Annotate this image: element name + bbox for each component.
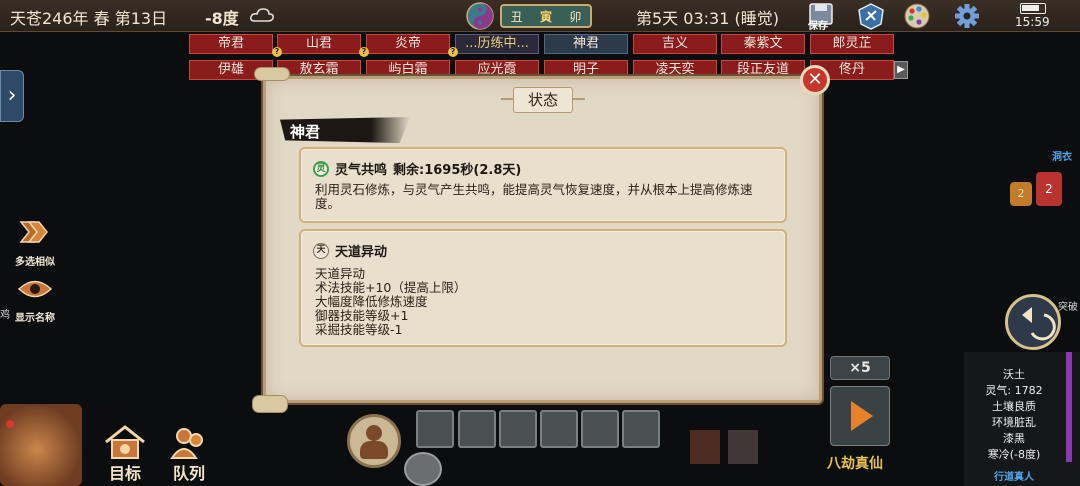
team-label: 队列	[172, 464, 205, 483]
temperature-status: 寒冷(-8度)	[987, 448, 1041, 461]
compass-badge-icon[interactable]	[856, 2, 886, 30]
lingqi-value: 灵气: 1782	[985, 384, 1043, 397]
target-label: 目标	[108, 464, 141, 483]
time-branch-indicator: 丑 寅 卯	[500, 4, 592, 28]
effect-card: 天 天道异动 天道异动 术法技能+10（提高上限） 大幅度降低修炼速度 御器技能…	[299, 229, 787, 347]
npc-tag: 行道真人	[994, 472, 1034, 483]
effect-detail-line: 采掘技能等级-1	[315, 322, 403, 337]
multi-select-label: 多选相似	[15, 257, 55, 268]
skill-slot[interactable]	[416, 410, 454, 448]
effect-header: 天 天道异动	[313, 241, 387, 260]
branch-next: 卯	[569, 9, 582, 24]
locked-slot-icon[interactable]	[622, 410, 660, 448]
character-name: 神君	[290, 123, 321, 141]
locked-slot-icon[interactable]	[458, 410, 496, 448]
effect-detail-list: 天道异动 术法技能+10（提高上限） 大幅度降低修炼速度 御器技能等级+1 采掘…	[315, 267, 466, 337]
arrows-stack-icon	[19, 221, 48, 243]
name-tab[interactable]: 吉义	[633, 34, 717, 54]
show-names-label: 显示名称	[15, 313, 55, 324]
side-gauge	[1066, 352, 1072, 462]
branch-prev: 丑	[510, 9, 523, 24]
play-button[interactable]	[830, 386, 890, 446]
lingqi-effect-icon: 灵	[313, 160, 329, 177]
name-tab[interactable]: 炎帝	[366, 34, 450, 54]
question-badge-icon: ?	[448, 47, 458, 57]
cloud-icon	[250, 8, 274, 22]
scroll-rod-decoration	[252, 395, 288, 413]
environment-status: 环境脏乱	[992, 416, 1036, 429]
effect-detail-line: 术法技能+10（提高上限）	[315, 280, 467, 295]
skill-slots-bar	[408, 410, 664, 450]
effect-detail-line: 天道异动	[315, 266, 366, 281]
edge-char: 鸡	[0, 310, 10, 321]
palette-icon[interactable]	[902, 2, 932, 30]
terrain-name: 沃土	[1003, 368, 1025, 381]
speed-multiplier-button[interactable]: ×5	[830, 356, 890, 380]
effect-title: 天道异动	[335, 245, 388, 260]
system-clock: 15:59	[1015, 15, 1050, 29]
chat-bubble-icon[interactable]: 2	[1010, 182, 1032, 206]
branch-current: 寅	[539, 9, 552, 24]
light-status: 漆黑	[1003, 432, 1025, 445]
question-badge-icon: ?	[359, 47, 369, 57]
dialog-title: 状态	[513, 87, 573, 113]
team-icon	[170, 428, 203, 459]
battery-icon	[1020, 3, 1046, 14]
soil-quality: 土壤良质	[992, 400, 1036, 413]
name-tab[interactable]: 秦紫文	[721, 34, 805, 54]
hand-stop-icon[interactable]	[728, 430, 758, 464]
effect-header: 灵 灵气共鸣 剩余:1695秒(2.8天)	[313, 159, 521, 178]
chat-bubble-icon[interactable]: 2	[1036, 172, 1062, 206]
locked-slot-icon[interactable]	[540, 410, 578, 448]
status-dialog: 状态 ✕ 神君 灵 灵气共鸣 剩余:1695秒(2.8天) 利用灵石修炼，与灵气…	[254, 65, 830, 403]
temperature-readout: -8度	[205, 9, 239, 28]
effect-detail-line: 大幅度降低修炼速度	[315, 294, 428, 309]
name-tab-selected[interactable]: 神君	[544, 34, 628, 54]
locked-slot-icon[interactable]	[581, 410, 619, 448]
alert-dot	[6, 420, 14, 428]
eye-icon	[17, 280, 53, 298]
calendar-date: 天苍246年 春 第13日	[10, 9, 168, 28]
heaven-effect-icon: 天	[313, 242, 329, 259]
house-target-icon	[105, 425, 145, 459]
effect-description: 利用灵石修炼，与灵气产生共鸣，能提高灵气恢复速度，并从根本上提高修炼速度。	[315, 182, 753, 211]
back-arrow-icon	[1022, 307, 1056, 341]
team-button[interactable]: 队列	[162, 424, 216, 483]
show-names-button[interactable]: 显示名称	[10, 274, 60, 324]
effect-remaining-time: 剩余:1695秒(2.8天)	[393, 163, 522, 178]
tile-info-panel: 沃土 灵气: 1782 土壤良质 环境脏乱 漆黑 寒冷(-8度) 行道真人	[964, 352, 1080, 486]
gourd-treasure-icon[interactable]	[0, 404, 82, 486]
gear-icon[interactable]	[952, 2, 982, 30]
scroll-rod-decoration	[254, 67, 290, 81]
close-button[interactable]: ✕	[800, 65, 830, 95]
name-tab[interactable]: 山君	[277, 34, 361, 54]
figure-silhouette-icon[interactable]	[690, 430, 720, 464]
effect-detail-line: 御器技能等级+1	[315, 308, 409, 323]
name-tab[interactable]: 帝君	[189, 34, 273, 54]
name-tab[interactable]: 郎灵芷	[810, 34, 894, 54]
side-tag: 突破	[1058, 302, 1078, 313]
effect-title: 灵气共鸣	[335, 163, 388, 178]
effect-card: 灵 灵气共鸣 剩余:1695秒(2.8天) 利用灵石修炼，与灵气产生共鸣，能提高…	[299, 147, 787, 223]
play-icon	[851, 401, 873, 431]
locked-slot-icon[interactable]	[499, 410, 537, 448]
realm-label: 八劫真仙	[827, 456, 883, 472]
status-tag: 洞衣	[1052, 152, 1072, 163]
back-button[interactable]	[1005, 294, 1061, 350]
top-status-bar: 天苍246年 春 第13日 -8度 丑 寅 卯 第5天 03:31 (睡觉) 保…	[0, 0, 1080, 32]
expand-panel-button[interactable]: ›	[0, 70, 24, 122]
yin-yang-icon[interactable]	[464, 1, 496, 31]
target-button[interactable]: 目标	[98, 424, 152, 483]
settings-gear-icon[interactable]	[404, 452, 442, 486]
name-tab-training[interactable]: ...历练中...	[455, 34, 539, 54]
dialog-title-wrap: 状态	[501, 87, 585, 113]
character-portrait-icon[interactable]	[347, 414, 401, 468]
multi-select-button[interactable]: 多选相似	[10, 218, 60, 268]
day-time-readout: 第5天 03:31 (睡觉)	[636, 9, 779, 28]
save-button-label[interactable]: 保存	[808, 17, 828, 32]
question-badge-icon: ?	[272, 47, 282, 57]
tabs-scroll-right-icon[interactable]: ▶	[894, 61, 908, 79]
